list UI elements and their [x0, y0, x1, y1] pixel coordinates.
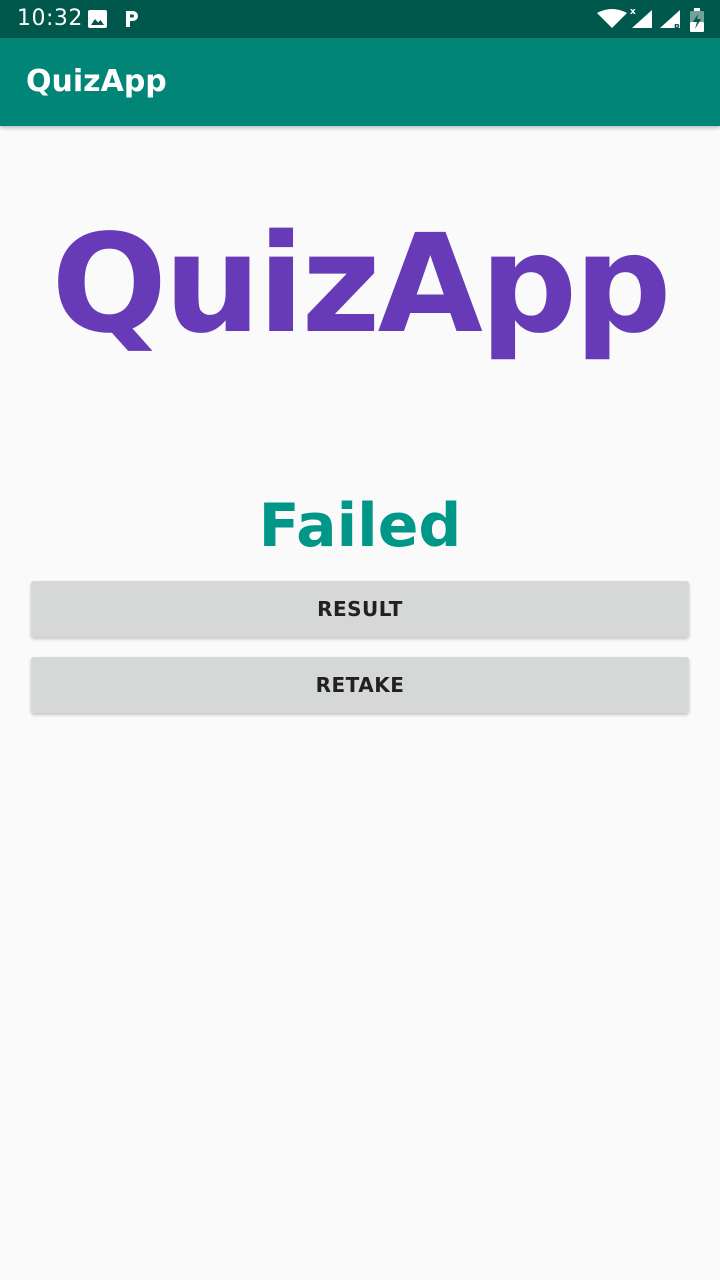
battery-charging-icon — [690, 8, 704, 32]
retake-button[interactable]: RETAKE — [31, 657, 689, 713]
status-bar: 10:32 x R — [0, 0, 720, 38]
app-bar: QuizApp — [0, 38, 720, 126]
svg-text:x: x — [630, 7, 636, 17]
wifi-icon — [597, 9, 627, 28]
app-logo-text: QuizApp — [51, 206, 671, 364]
signal-x-icon: x — [630, 7, 652, 28]
image-icon — [88, 10, 107, 28]
svg-text:R: R — [674, 23, 680, 31]
status-time: 10:32 — [17, 6, 83, 31]
parking-icon — [126, 11, 138, 27]
result-status-text: Failed — [258, 491, 462, 561]
result-button[interactable]: RESULT — [31, 581, 689, 637]
signal-r-icon: R — [660, 10, 680, 31]
app-title: QuizApp — [26, 64, 167, 99]
